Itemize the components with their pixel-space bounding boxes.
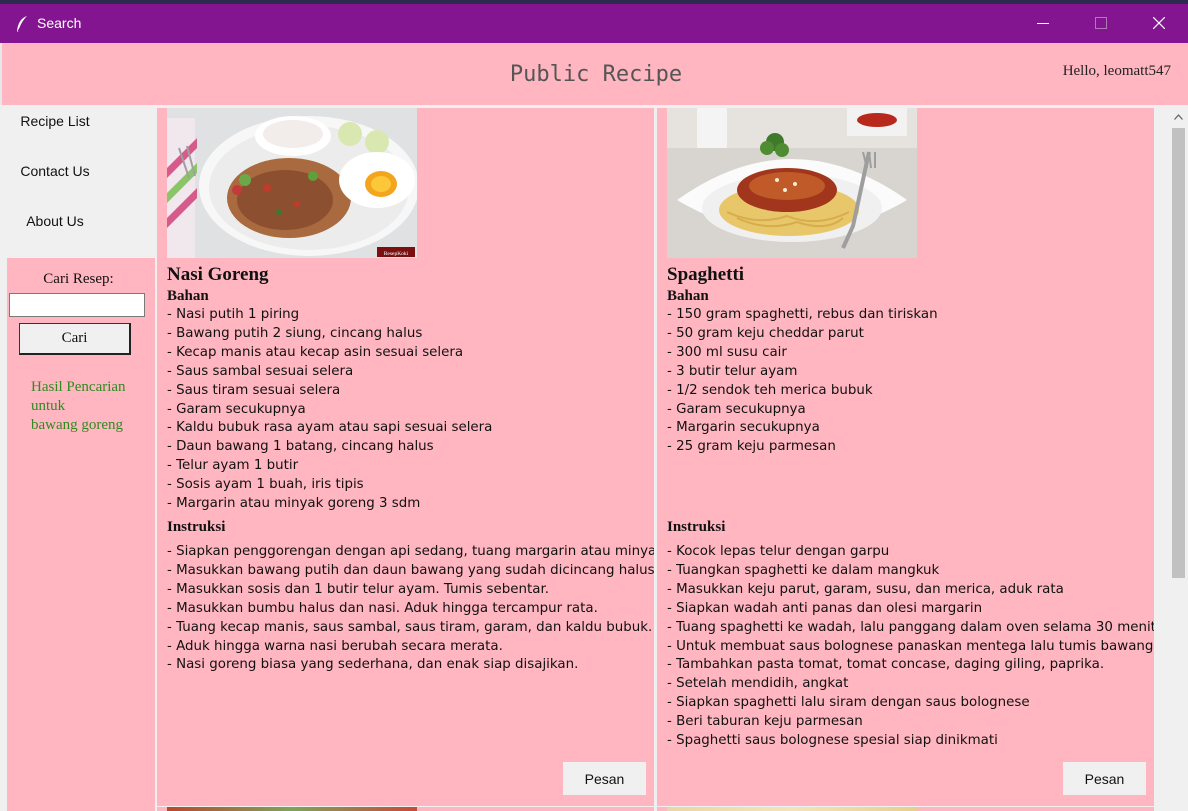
ingredient-item: - 300 ml susu cair <box>667 344 787 360</box>
ingredient-item: - 1/2 sendok teh merica bubuk <box>667 382 873 398</box>
ingredients-list: - Nasi putih 1 piring - Bawang putih 2 s… <box>167 306 492 514</box>
ingredient-item: - Margarin secukupnya <box>667 420 820 436</box>
ingredient-item: - Saus tiram sesuai selera <box>167 382 341 398</box>
instruction-item: - Tuang kecap manis, saus sambal, saus t… <box>167 619 653 635</box>
instruction-item: - Untuk membuat saus bolognese panaskan … <box>667 638 1154 654</box>
search-result-text: Hasil Pencarian untuk bawang goreng <box>31 378 151 435</box>
search-button[interactable]: Cari <box>19 323 131 355</box>
recipe-card-next <box>657 807 1154 811</box>
instruction-item: - Tuangkan spaghetti ke dalam mangkuk <box>667 562 940 578</box>
nav-recipe-list[interactable]: Recipe List <box>0 113 110 129</box>
instruction-item: - Siapkan wadah anti panas dan olesi mar… <box>667 600 983 616</box>
recipe-title: Nasi Goreng <box>167 264 269 285</box>
ingredient-item: - Daun bawang 1 batang, cincang halus <box>167 439 434 455</box>
ingredient-item: - 3 butir telur ayam <box>667 363 798 379</box>
result-line: Hasil Pencarian <box>31 379 126 395</box>
instruction-item: - Spaghetti saus bolognese spesial siap … <box>667 733 998 749</box>
ingredient-item: - 25 gram keju parmesan <box>667 439 836 455</box>
instruction-item: - Kocok lepas telur dengan garpu <box>667 544 890 559</box>
instruction-item: - Tuang spaghetti ke wadah, lalu panggan… <box>667 619 1154 635</box>
maximize-icon <box>1095 17 1107 29</box>
instructions-list: - Siapkan penggorengan dengan api sedang… <box>167 543 654 675</box>
recipe-card-nasi-goreng: ResepKoki Nasi Goreng Bahan - Nasi putih… <box>157 108 654 806</box>
instructions-label: Instruksi <box>167 519 226 535</box>
ingredient-item: - Bawang putih 2 siung, cincang halus <box>167 325 423 341</box>
order-button[interactable]: Pesan <box>1063 762 1146 795</box>
search-label: Cari Resep: <box>43 271 114 287</box>
ingredient-item: - Garam secukupnya <box>167 401 306 417</box>
result-line: bawang goreng <box>31 417 124 433</box>
recipe-image-spaghetti <box>667 108 917 258</box>
nav-contact-us[interactable]: Contact Us <box>0 163 110 179</box>
instruction-item: - Tambahkan pasta tomat, tomat concase, … <box>667 657 1105 673</box>
ingredient-item: - Kecap manis atau kecap asin sesuai sel… <box>167 344 464 360</box>
instruction-item: - Nasi goreng biasa yang sederhana, dan … <box>167 657 579 673</box>
recipe-image-next <box>167 807 417 811</box>
instruction-item: - Siapkan penggorengan dengan api sedang… <box>167 544 654 559</box>
ingredient-item: - 150 gram spaghetti, rebus dan tiriskan <box>667 307 938 322</box>
ingredient-item: - Saus sambal sesuai selera <box>167 363 354 379</box>
ingredient-item: - 50 gram keju cheddar parut <box>667 325 864 341</box>
maximize-button[interactable] <box>1072 4 1130 43</box>
nav-about-us[interactable]: About Us <box>0 213 110 229</box>
instruction-item: - Masukkan bawang putih dan daun bawang … <box>167 562 654 578</box>
ingredient-item: - Margarin atau minyak goreng 3 sdm <box>167 496 421 512</box>
instruction-item: - Aduk hingga warna nasi berubah secara … <box>167 638 503 654</box>
app-window: Search Public Recipe Hello, leomatt547 R… <box>0 0 1188 811</box>
ingredient-item: - Garam secukupnya <box>667 401 806 417</box>
scroll-thumb[interactable] <box>1172 128 1185 578</box>
ingredient-item: - Telur ayam 1 butir <box>167 458 299 474</box>
result-line: untuk <box>31 398 66 414</box>
instruction-item: - Masukkan keju parut, garam, susu, dan … <box>667 581 1064 597</box>
vertical-scrollbar[interactable] <box>1169 108 1188 811</box>
recipe-card-next <box>157 807 654 811</box>
feather-icon <box>17 16 27 32</box>
recipe-card-spaghetti: Spaghetti Bahan - 150 gram spaghetti, re… <box>657 108 1154 806</box>
user-greeting: Hello, leomatt547 <box>1062 63 1171 79</box>
ingredients-label: Bahan <box>667 288 709 304</box>
scroll-up-arrow-icon[interactable] <box>1174 114 1183 120</box>
search-input[interactable] <box>9 293 145 317</box>
minimize-button[interactable] <box>1014 4 1072 43</box>
title-bar[interactable]: Search <box>0 4 1188 43</box>
app-header: Public Recipe Hello, leomatt547 <box>0 43 1188 105</box>
ingredients-label: Bahan <box>167 288 209 304</box>
instruction-item: - Masukkan bumbu halus dan nasi. Aduk hi… <box>167 600 598 616</box>
minimize-icon <box>1037 23 1049 24</box>
search-panel: Cari Resep: Cari Hasil Pencarian untuk b… <box>7 258 155 811</box>
instructions-label: Instruksi <box>667 519 726 535</box>
close-icon <box>1153 17 1165 29</box>
recipe-image-nasi-goreng: ResepKoki <box>167 108 417 258</box>
window-title: Search <box>37 15 82 31</box>
ingredient-item: - Sosis ayam 1 buah, iris tipis <box>167 477 364 493</box>
ingredient-item: - Nasi putih 1 piring <box>167 307 300 322</box>
instruction-item: - Masukkan sosis dan 1 butir telur ayam.… <box>167 581 549 597</box>
recipe-list: ResepKoki Nasi Goreng Bahan - Nasi putih… <box>157 108 1169 811</box>
recipe-title: Spaghetti <box>667 264 745 285</box>
instruction-item: - Siapkan spaghetti lalu siram dengan sa… <box>667 695 1030 711</box>
instructions-list: - Kocok lepas telur dengan garpu - Tuang… <box>667 543 1154 751</box>
ingredients-list: - 150 gram spaghetti, rebus dan tiriskan… <box>667 306 938 457</box>
image-watermark: ResepKoki <box>384 251 409 257</box>
instruction-item: - Setelah mendidih, angkat <box>667 676 849 692</box>
page-title: Public Recipe <box>509 62 683 87</box>
close-button[interactable] <box>1130 4 1188 43</box>
sidebar: Recipe List Contact Us About Us Cari Res… <box>0 108 157 811</box>
recipe-image-next <box>667 807 917 811</box>
instruction-item: - Beri taburan keju parmesan <box>667 714 863 730</box>
order-button[interactable]: Pesan <box>563 762 646 795</box>
ingredient-item: - Kaldu bubuk rasa ayam atau sapi sesuai… <box>167 420 493 436</box>
